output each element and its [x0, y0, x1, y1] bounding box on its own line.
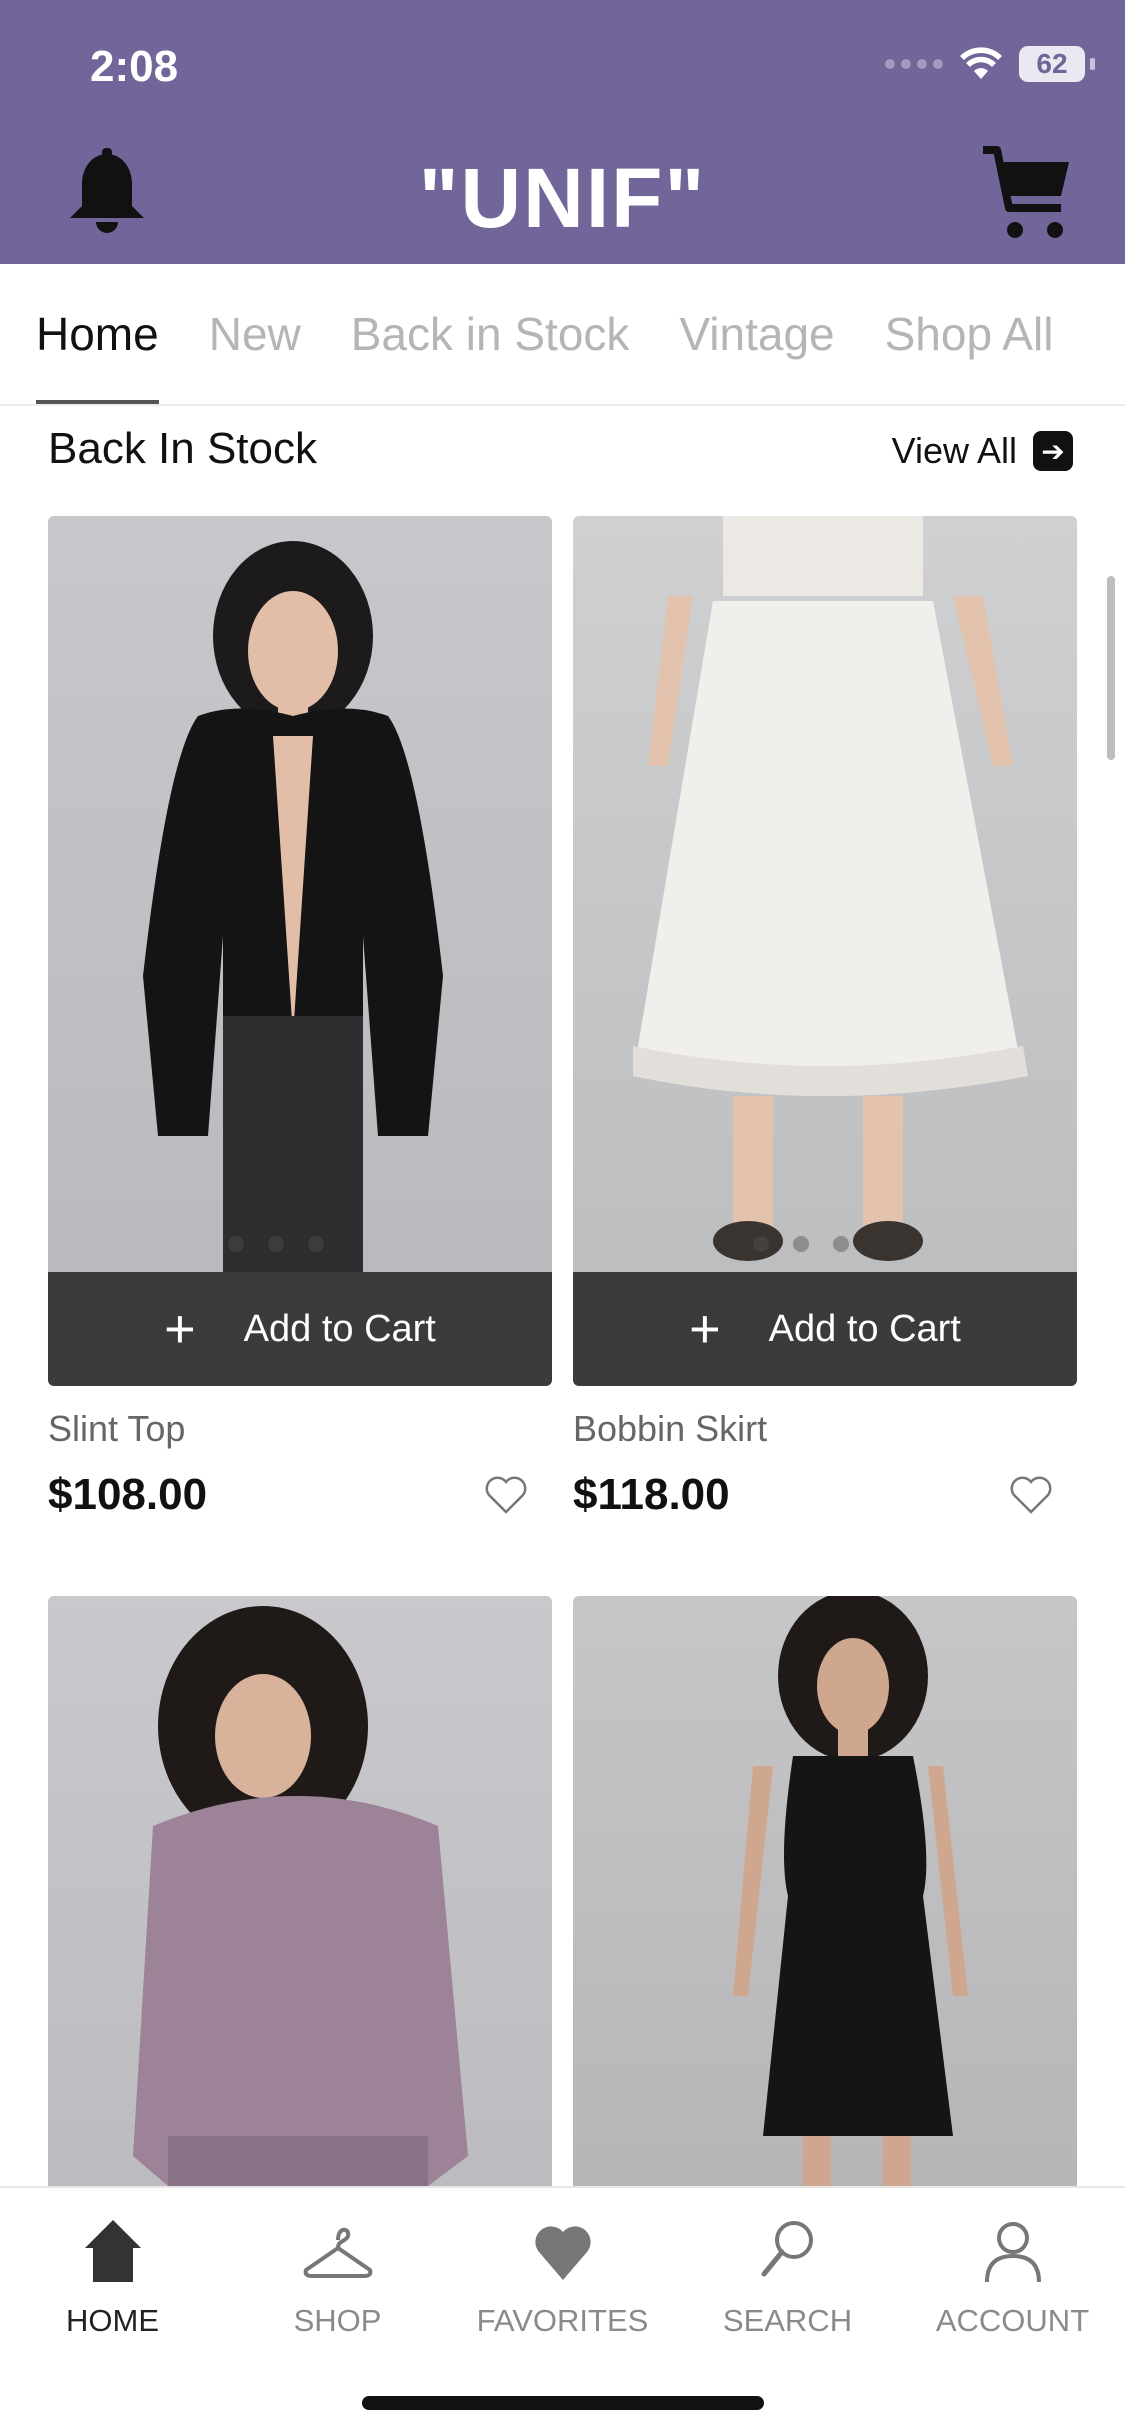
nav-shop-label: SHOP — [293, 2303, 382, 2338]
product-image[interactable] — [573, 516, 1077, 1272]
nav-favorites[interactable]: FAVORITES — [450, 2218, 675, 2339]
tab-new[interactable]: New — [209, 264, 301, 404]
account-icon — [984, 2222, 1041, 2283]
plus-icon: + — [689, 1299, 721, 1359]
heart-icon — [534, 2226, 591, 2280]
hanger-icon — [303, 2227, 372, 2278]
product-price: $108.00 — [48, 1470, 208, 1519]
scroll-indicator[interactable] — [1107, 576, 1115, 760]
product-image[interactable] — [48, 516, 552, 1272]
wifi-icon — [960, 47, 1002, 79]
view-all-label: View All — [891, 430, 1017, 471]
nav-search[interactable]: SEARCH — [675, 2218, 900, 2339]
battery-level: 62 — [1036, 48, 1068, 79]
tab-home[interactable]: Home — [36, 264, 159, 404]
app-logo: "UNIF" — [418, 151, 707, 245]
status-time: 2:08 — [90, 42, 179, 91]
section-title: Back In Stock — [48, 424, 318, 473]
nav-favorites-label: FAVORITES — [476, 2303, 649, 2338]
category-tabs: Home New Back in Stock Vintage Shop All — [0, 264, 1125, 406]
tab-back-in-stock[interactable]: Back in Stock — [351, 264, 630, 404]
nav-home-label: HOME — [66, 2303, 159, 2338]
view-all-link[interactable]: View All ➔ — [892, 430, 1073, 472]
image-pager-dots[interactable] — [753, 1236, 849, 1252]
add-to-cart-button[interactable]: + Add to Cart — [48, 1272, 552, 1386]
image-pager-dots[interactable] — [228, 1236, 324, 1252]
arrow-right-icon: ➔ — [1033, 431, 1073, 471]
home-icon — [84, 2220, 141, 2282]
signal-icon — [885, 59, 943, 69]
heart-outline-icon[interactable] — [1009, 1475, 1053, 1515]
battery-icon: 62 — [1019, 46, 1095, 82]
product-card[interactable] — [573, 1596, 1077, 2186]
product-name[interactable]: Slint Top — [48, 1408, 552, 1450]
add-to-cart-label: Add to Cart — [768, 1307, 961, 1350]
product-name[interactable]: Bobbin Skirt — [573, 1408, 1077, 1450]
nav-home[interactable]: HOME — [0, 2218, 225, 2339]
tab-shop-all[interactable]: Shop All — [885, 264, 1054, 404]
nav-shop[interactable]: SHOP — [225, 2218, 450, 2339]
nav-account[interactable]: ACCOUNT — [900, 2218, 1125, 2339]
heart-outline-icon[interactable] — [484, 1475, 528, 1515]
status-icons: 62 — [885, 46, 1095, 82]
plus-icon: + — [164, 1299, 196, 1359]
cart-icon[interactable] — [981, 146, 1073, 247]
product-price: $118.00 — [573, 1470, 730, 1519]
add-to-cart-button[interactable]: + Add to Cart — [573, 1272, 1077, 1386]
product-image[interactable] — [573, 1596, 1077, 2186]
add-to-cart-label: Add to Cart — [243, 1307, 436, 1350]
nav-search-label: SEARCH — [722, 2303, 853, 2338]
nav-account-label: ACCOUNT — [935, 2303, 1090, 2338]
product-card[interactable]: + Add to Cart Bobbin Skirt $118.00 — [573, 516, 1077, 1520]
product-image[interactable] — [48, 1596, 552, 2186]
app-header: 2:08 62 "UNIF" — [0, 0, 1125, 264]
home-indicator[interactable] — [362, 2396, 764, 2410]
search-icon — [761, 2221, 813, 2277]
product-card[interactable]: + Add to Cart Slint Top $108.00 — [48, 516, 552, 1520]
tab-vintage[interactable]: Vintage — [679, 264, 834, 404]
product-card[interactable] — [48, 1596, 552, 2186]
